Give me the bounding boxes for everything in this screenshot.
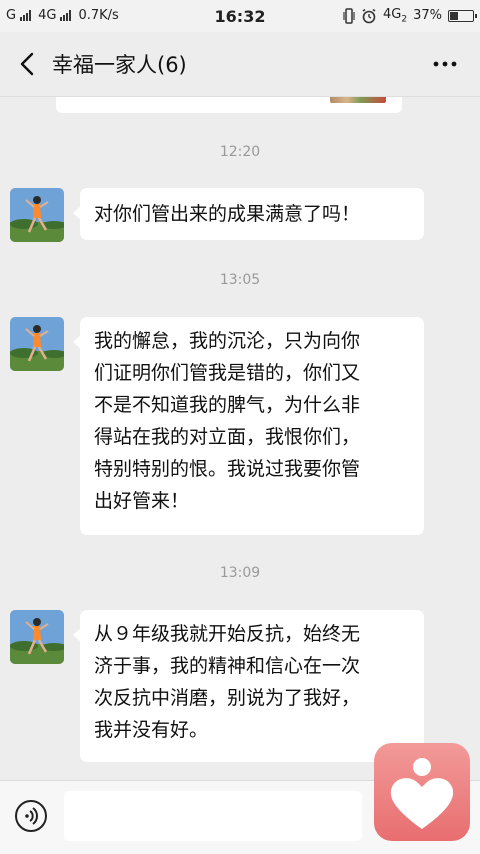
status-right: 4G2 37% [343, 7, 477, 25]
avatar-image [10, 610, 64, 664]
message-bubble[interactable]: 对你们管出来的成果满意了吗！ [73, 188, 424, 240]
message-bubble[interactable]: 我的懈怠，我的沉沦，只为向你 们证明你们管我是错的，你们又 不是不知道我的脾气，… [73, 317, 424, 535]
vibrate-icon [343, 8, 355, 24]
avatar-image [10, 317, 64, 371]
message-bubble[interactable]: 从９年级我就开始反抗，始终无 济于事，我的精神和信心在一次 次反抗中消磨，别说为… [73, 610, 424, 762]
heart-glyph [390, 758, 454, 829]
avatar[interactable] [10, 317, 64, 371]
message-list[interactable]: 12:20 对你们管出来的成果满意了吗！ 13:05 我的懈怠，我的沉沦，只为向… [0, 97, 480, 780]
previous-message-card[interactable] [56, 97, 402, 113]
alarm-icon [362, 8, 376, 24]
avatar[interactable] [10, 610, 64, 664]
avatar-image [10, 188, 64, 242]
message-input[interactable] [64, 791, 362, 841]
previous-message-image [330, 97, 386, 103]
chat-title: 幸福一家人(6) [52, 53, 187, 77]
chevron-left-icon[interactable] [14, 50, 42, 78]
avatar[interactable] [10, 188, 64, 242]
battery-icon [448, 9, 477, 22]
timestamp: 13:09 [219, 565, 261, 581]
timestamp: 13:05 [219, 272, 261, 288]
voice-icon[interactable] [14, 799, 48, 833]
status-bar: G 4G 0.7K/s 16:32 4G2 37% [0, 0, 480, 32]
battery-percent: 37% [413, 8, 442, 24]
timestamp: 12:20 [219, 144, 261, 160]
chat-header: 幸福一家人(6) [0, 32, 480, 97]
more-dots-icon[interactable] [432, 54, 458, 74]
heart-app-icon[interactable] [374, 743, 470, 841]
network-type: 4G2 [383, 7, 408, 25]
